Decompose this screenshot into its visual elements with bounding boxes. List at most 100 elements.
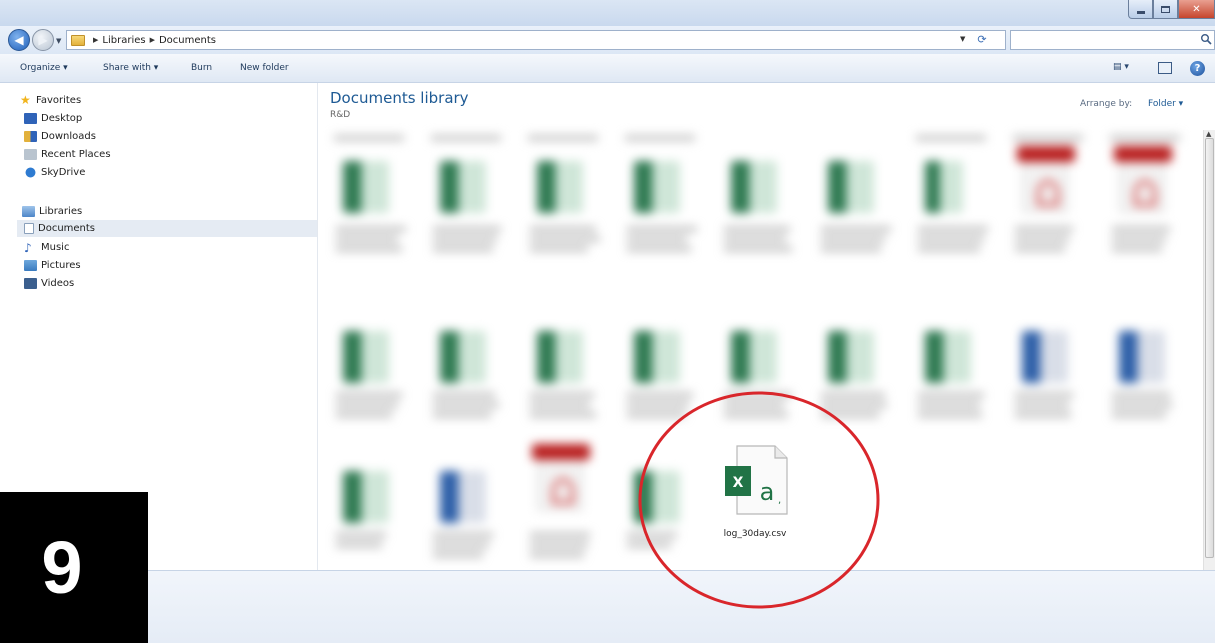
file-tile[interactable] <box>326 123 416 283</box>
step-number: 9 <box>41 526 83 609</box>
forward-button[interactable]: ▶ <box>32 29 54 51</box>
excel-csv-icon: X a , <box>725 445 788 515</box>
skydrive-icon <box>24 166 37 178</box>
svg-text:a: a <box>760 478 775 506</box>
music-icon: ♪ <box>24 240 32 255</box>
file-tile[interactable] <box>908 293 998 453</box>
desktop-icon <box>24 112 37 124</box>
file-tile[interactable] <box>617 293 707 453</box>
title-bar: ✕ <box>0 0 1215 26</box>
explorer-window: ✕ ◀ ▶ ▼ ▶ Libraries ▶ Documents ▼ ⟳ Orga… <box>0 0 1215 643</box>
nav-music-label: Music <box>41 241 70 253</box>
help-icon: ? <box>1194 63 1201 74</box>
pictures-icon <box>24 259 37 271</box>
file-tile[interactable] <box>908 123 998 283</box>
file-tile[interactable] <box>1005 123 1095 283</box>
minimize-icon <box>1136 10 1145 14</box>
nav-recent-places-label: Recent Places <box>41 148 111 160</box>
address-bar[interactable]: ▶ Libraries ▶ Documents <box>66 30 1006 50</box>
search-icon <box>1201 34 1212 45</box>
nav-desktop[interactable]: Desktop <box>24 110 82 126</box>
back-button[interactable]: ◀ <box>8 29 30 51</box>
csv-file-name: log_30day.csv <box>723 529 787 539</box>
search-input[interactable] <box>1010 30 1215 50</box>
library-title: Documents library <box>330 89 469 107</box>
nav-videos[interactable]: Videos <box>24 275 74 291</box>
nav-libraries-label: Libraries <box>39 205 83 217</box>
csv-file-item[interactable]: X a , log_30day.csv <box>718 441 792 541</box>
file-tile[interactable] <box>714 123 804 283</box>
details-pane: ms <box>0 570 1215 643</box>
step-badge: 9 <box>0 492 148 643</box>
back-arrow-icon: ◀ <box>14 33 24 47</box>
file-tile[interactable] <box>714 293 804 453</box>
file-tile[interactable] <box>423 123 513 283</box>
maximize-button[interactable] <box>1153 0 1178 19</box>
nav-documents-label: Documents <box>38 223 96 234</box>
forward-arrow-icon: ▶ <box>38 33 48 47</box>
file-tile[interactable] <box>423 433 513 570</box>
file-tile[interactable] <box>1005 293 1095 453</box>
vertical-scrollbar[interactable]: ▲ <box>1203 130 1215 570</box>
star-icon: ★ <box>20 93 31 107</box>
minimize-button[interactable] <box>1128 0 1153 19</box>
nav-downloads[interactable]: Downloads <box>24 128 96 144</box>
nav-skydrive[interactable]: SkyDrive <box>24 164 85 180</box>
nav-documents[interactable]: Documents <box>17 220 317 237</box>
videos-icon <box>24 277 37 289</box>
library-subtitle: R&D <box>330 110 351 120</box>
downloads-icon <box>24 130 37 142</box>
organize-menu[interactable]: Organize ▾ <box>20 63 68 73</box>
breadcrumb-separator[interactable]: ▶ <box>93 36 98 44</box>
nav-favorites-label: Favorites <box>36 94 82 106</box>
breadcrumb-documents[interactable]: Documents <box>159 35 216 46</box>
file-tile[interactable] <box>1102 123 1192 283</box>
nav-recent-places[interactable]: Recent Places <box>24 146 111 162</box>
documents-icon <box>24 223 34 234</box>
recent-places-icon <box>24 148 37 160</box>
file-tile[interactable] <box>326 293 416 453</box>
preview-pane-button[interactable] <box>1158 62 1172 74</box>
recent-pages-dropdown[interactable]: ▼ <box>56 37 61 45</box>
views-icon: ▤ ▾ <box>1113 62 1129 72</box>
file-tile[interactable] <box>617 123 707 283</box>
folder-icon <box>71 34 85 46</box>
file-tile[interactable] <box>520 433 610 570</box>
address-row: ◀ ▶ ▼ ▶ Libraries ▶ Documents ▼ ⟳ <box>0 26 1215 54</box>
nav-libraries[interactable]: Libraries <box>22 203 82 219</box>
burn-button[interactable]: Burn <box>191 63 212 73</box>
nav-pictures[interactable]: Pictures <box>24 257 81 273</box>
svg-text:,: , <box>778 495 781 506</box>
nav-videos-label: Videos <box>41 277 75 289</box>
views-button[interactable]: ▤ ▾ <box>1113 62 1135 75</box>
new-folder-button[interactable]: New folder <box>240 63 289 73</box>
file-tile[interactable] <box>811 123 901 283</box>
arrange-by-dropdown[interactable]: Folder ▾ <box>1148 99 1183 109</box>
file-tile[interactable] <box>520 123 610 283</box>
file-tile[interactable] <box>520 293 610 453</box>
nav-pictures-label: Pictures <box>41 259 81 271</box>
maximize-icon <box>1161 5 1170 13</box>
scroll-up-arrow[interactable]: ▲ <box>1206 130 1211 138</box>
file-tile[interactable] <box>617 433 707 570</box>
refresh-button[interactable]: ⟳ <box>974 32 990 48</box>
close-button[interactable]: ✕ <box>1178 0 1215 19</box>
nav-skydrive-label: SkyDrive <box>41 166 86 178</box>
file-tile[interactable] <box>811 293 901 453</box>
breadcrumb-libraries[interactable]: Libraries <box>102 35 145 46</box>
share-with-menu[interactable]: Share with ▾ <box>103 63 158 73</box>
nav-favorites[interactable]: ★ Favorites <box>20 92 81 108</box>
libraries-icon <box>22 205 35 217</box>
file-list-area: Documents library R&D Arrange by: Folder… <box>318 83 1203 570</box>
breadcrumb-separator[interactable]: ▶ <box>150 36 155 44</box>
address-dropdown[interactable]: ▼ <box>960 35 965 43</box>
nav-music[interactable]: ♪ Music <box>24 239 69 255</box>
help-button[interactable]: ? <box>1190 61 1205 76</box>
file-tile[interactable] <box>326 433 416 570</box>
nav-desktop-label: Desktop <box>41 112 83 124</box>
refresh-icon: ⟳ <box>977 33 987 46</box>
file-tile[interactable] <box>1102 293 1192 453</box>
file-tile[interactable] <box>423 293 513 453</box>
scroll-thumb[interactable] <box>1205 138 1214 558</box>
close-icon: ✕ <box>1192 3 1201 15</box>
